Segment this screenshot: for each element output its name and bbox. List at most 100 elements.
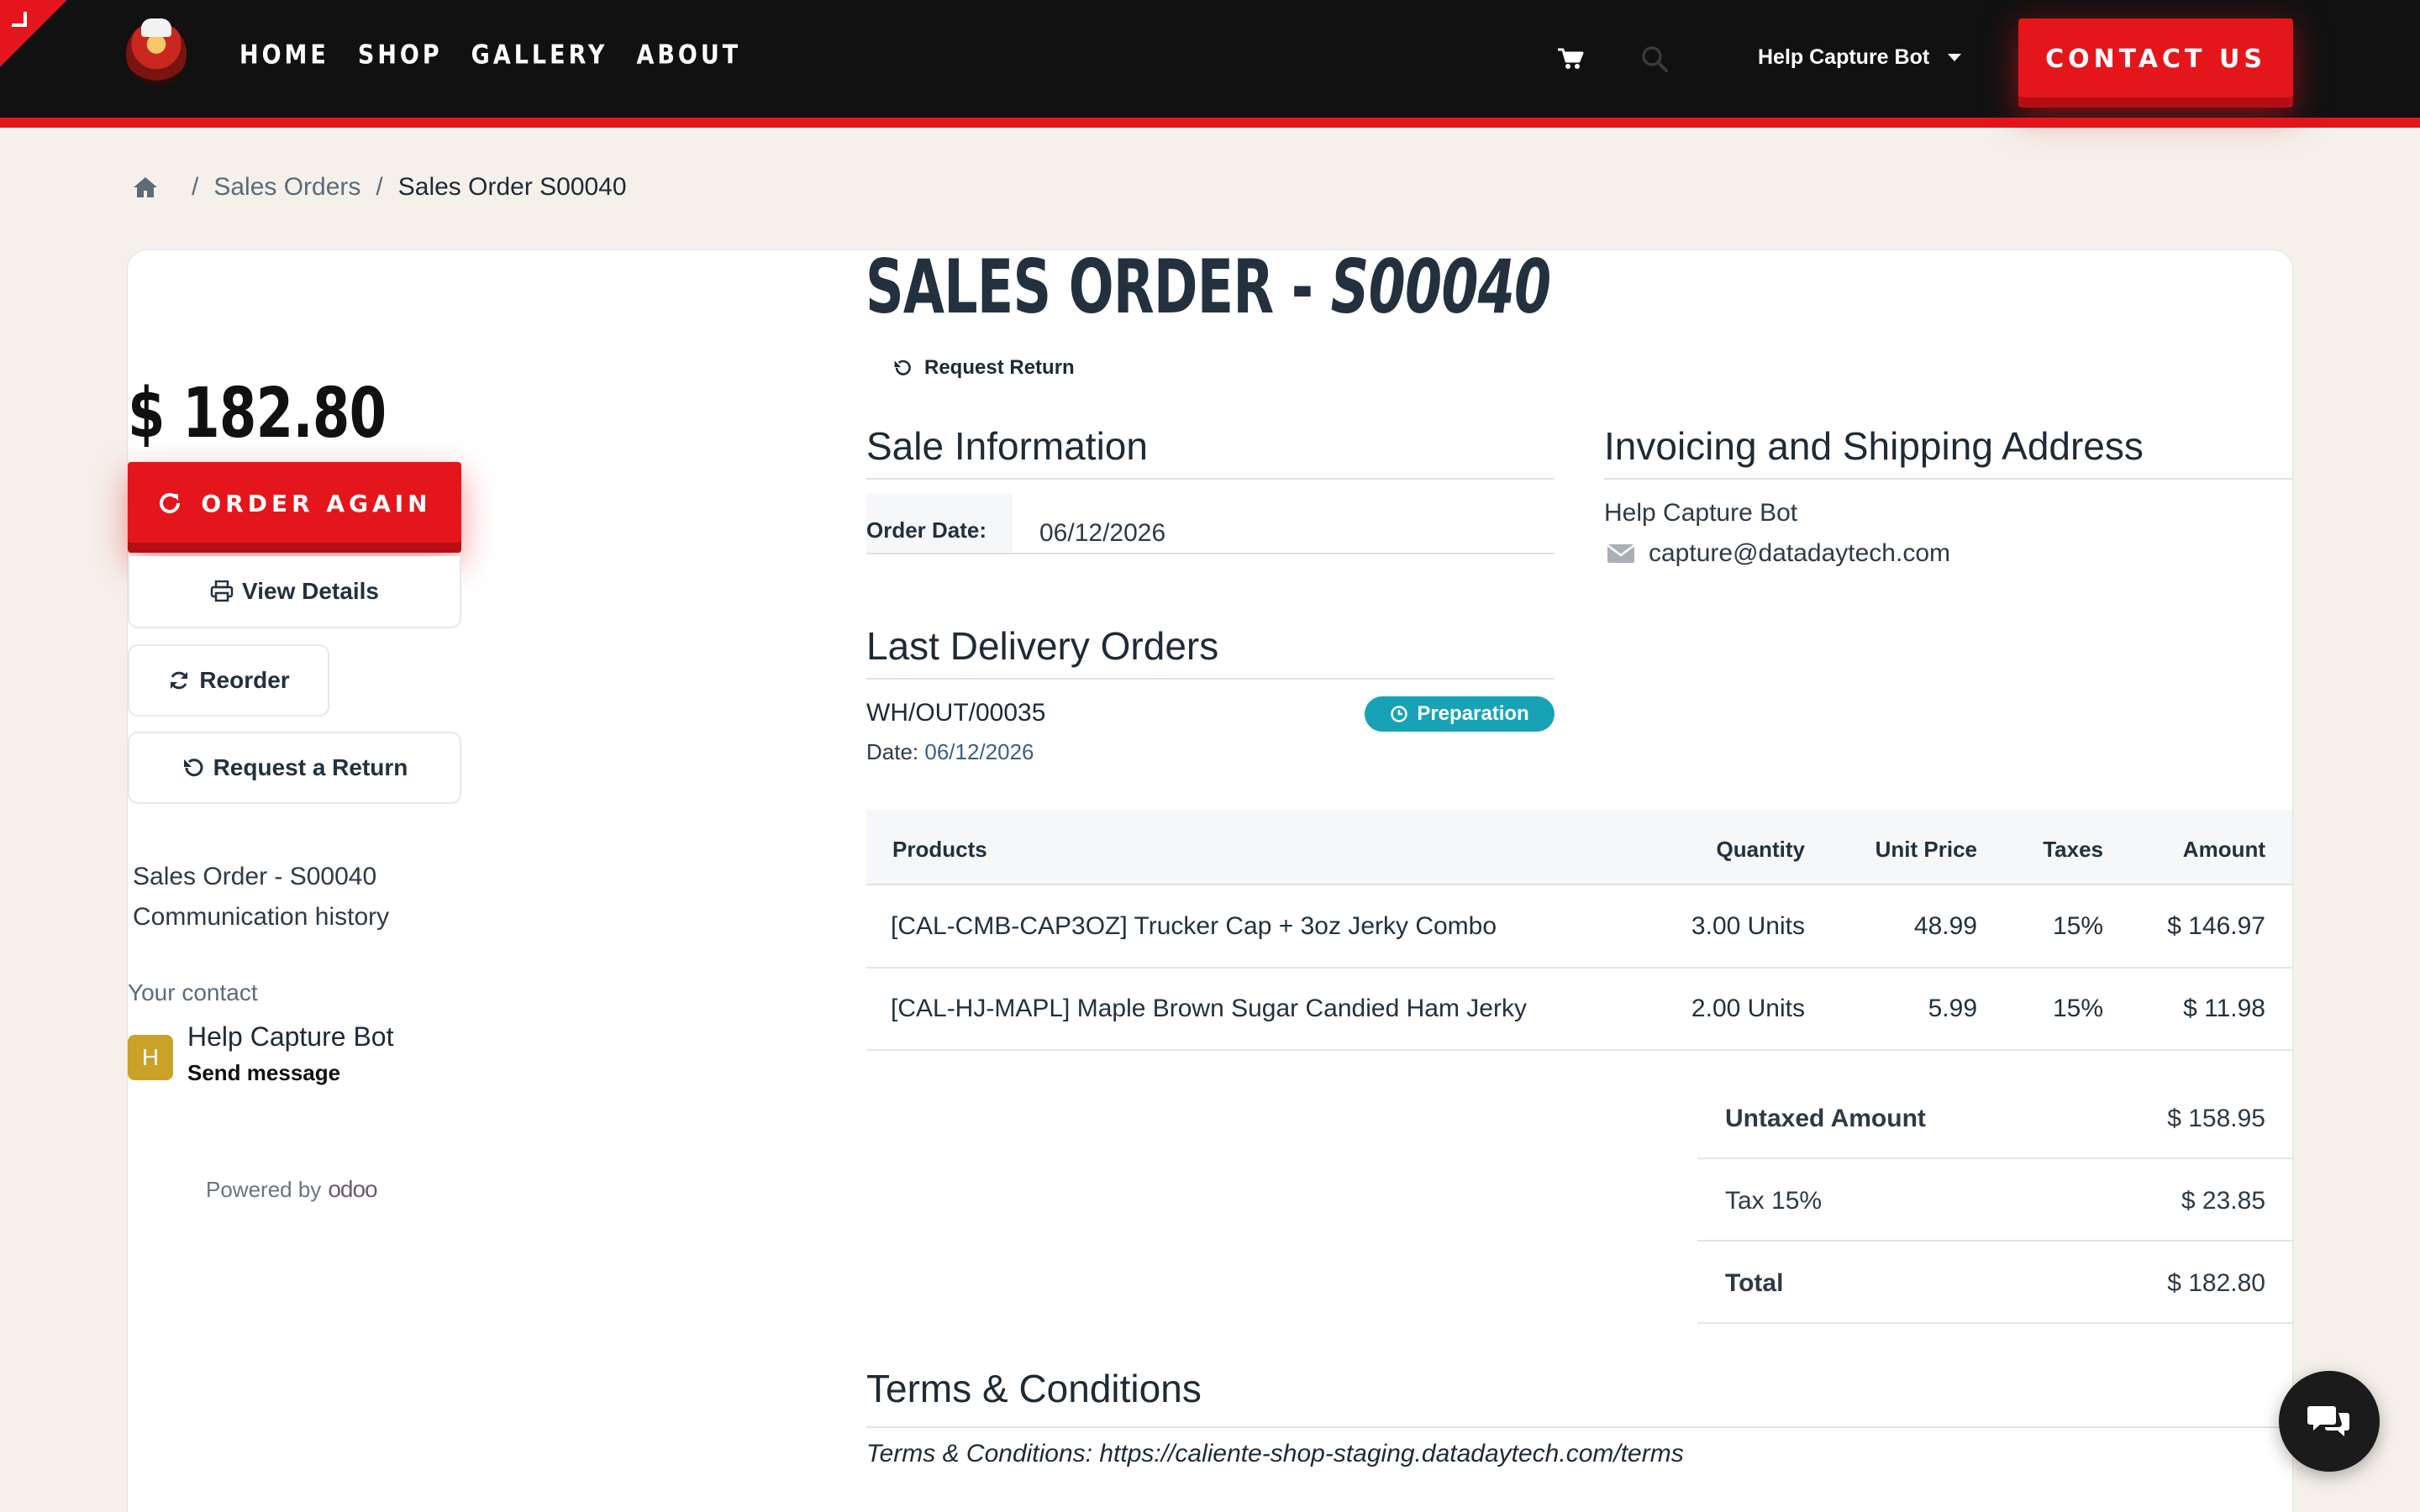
address-email-row: capture@datadaytech.com xyxy=(1607,539,1950,568)
nav-home[interactable]: HOME xyxy=(239,40,329,71)
request-return-label: Request a Return xyxy=(213,754,408,780)
view-details-button[interactable]: View Details xyxy=(128,556,461,628)
user-menu-toggle[interactable]: Help Capture Bot xyxy=(1758,45,1962,70)
divider xyxy=(866,478,1555,480)
sale-information-heading: Sale Information xyxy=(866,424,1148,468)
line-quantity: 3.00 Units xyxy=(1691,912,1805,940)
nav-shop[interactable]: SHOP xyxy=(358,40,443,71)
line-taxes: 15% xyxy=(2052,912,2103,940)
title-reference: S00040 xyxy=(1330,244,1551,330)
title-prefix: SALES ORDER - xyxy=(865,244,1331,330)
home-icon[interactable] xyxy=(133,176,158,199)
order-date-value: 06/12/2026 xyxy=(1039,519,1166,547)
delivery-orders-heading: Last Delivery Orders xyxy=(866,624,1219,668)
contact-us-button[interactable]: CONTACT US xyxy=(2018,18,2293,108)
status-badge: Preparation xyxy=(1365,696,1555,732)
live-chat-button[interactable] xyxy=(2279,1371,2380,1472)
request-return-button[interactable]: Request a Return xyxy=(128,732,461,804)
printer-icon xyxy=(210,580,234,602)
chef-hat-icon xyxy=(141,18,171,37)
nav-gallery[interactable]: GALLERY xyxy=(471,40,608,71)
tax-label: Tax 15% xyxy=(1725,1187,1823,1215)
view-details-label: View Details xyxy=(242,578,379,604)
site-logo[interactable] xyxy=(126,18,187,86)
chat-icon xyxy=(2307,1406,2349,1436)
line-taxes: 15% xyxy=(2052,995,2103,1022)
untaxed-amount-label: Untaxed Amount xyxy=(1725,1105,1926,1132)
line-amount: $ 146.97 xyxy=(2167,912,2265,940)
edit-mode-flag[interactable] xyxy=(0,0,67,67)
envelope-icon xyxy=(1607,544,1635,563)
line-product: [CAL-CMB-CAP3OZ] Trucker Cap + 3oz Jerky… xyxy=(891,912,1497,940)
odoo-logo[interactable]: odoo xyxy=(328,1176,377,1203)
line-product: [CAL-HJ-MAPL] Maple Brown Sugar Candied … xyxy=(891,995,1527,1022)
navbar-accent-stripe xyxy=(0,118,2420,128)
nav-about[interactable]: ABOUT xyxy=(636,40,741,71)
breadcrumb-current: Sales Order S00040 xyxy=(397,173,627,201)
address-heading: Invoicing and Shipping Address xyxy=(1604,424,2144,468)
communication-history-link[interactable]: Communication history xyxy=(133,897,389,937)
reorder-button[interactable]: Reorder xyxy=(128,644,329,717)
order-again-button[interactable]: ORDER AGAIN xyxy=(128,462,461,553)
terms-heading: Terms & Conditions xyxy=(866,1367,1202,1410)
table-row-divider xyxy=(866,1049,2292,1051)
address-email: capture@datadaytech.com xyxy=(1649,539,1950,567)
line-unit-price: 5.99 xyxy=(1928,995,1977,1022)
terms-link[interactable]: Terms & Conditions: https://caliente-sho… xyxy=(866,1440,1684,1468)
divider xyxy=(866,678,1555,680)
total-value: $ 182.80 xyxy=(2167,1269,2265,1297)
breadcrumb-separator: / xyxy=(376,173,383,201)
clock-icon xyxy=(1391,706,1408,722)
your-contact-label: Your contact xyxy=(128,979,258,1005)
reorder-label: Reorder xyxy=(199,667,290,693)
untaxed-amount-value: $ 158.95 xyxy=(2167,1105,2265,1132)
user-name: Help Capture Bot xyxy=(1758,45,1930,69)
order-again-label: ORDER AGAIN xyxy=(201,489,432,517)
breadcrumb-sales-orders[interactable]: Sales Orders xyxy=(213,173,360,202)
divider xyxy=(1604,478,2292,480)
send-message-link[interactable]: Send message xyxy=(187,1060,340,1086)
undo-icon xyxy=(183,759,203,777)
total-label: Total xyxy=(1725,1269,1784,1297)
request-return-link-label: Request Return xyxy=(924,356,1075,379)
so-reference-link[interactable]: Sales Order - S00040 xyxy=(133,857,376,897)
status-badge-label: Preparation xyxy=(1417,702,1529,725)
order-total-amount: $ 182.80 xyxy=(128,374,387,454)
delivery-date-value: 06/12/2026 xyxy=(924,739,1034,764)
divider xyxy=(866,1426,2292,1428)
chevron-down-icon xyxy=(1948,54,1962,61)
delivery-date: Date: 06/12/2026 xyxy=(866,739,1034,765)
delivery-reference-link[interactable]: WH/OUT/00035 xyxy=(866,699,1045,727)
reorder-icon xyxy=(171,671,188,690)
powered-by: Powered by odoo xyxy=(206,1176,378,1203)
breadcrumb-separator: / xyxy=(192,173,199,201)
totals-divider xyxy=(1697,1240,2292,1242)
table-row-divider xyxy=(866,967,2292,969)
delivery-date-label: Date: xyxy=(866,739,919,764)
col-products: Products xyxy=(892,837,987,862)
cart-icon[interactable] xyxy=(1557,47,1584,71)
line-unit-price: 48.99 xyxy=(1913,912,1977,940)
divider xyxy=(866,553,1555,554)
contact-name: Help Capture Bot xyxy=(187,1021,394,1052)
breadcrumb: / Sales Orders / Sales Order S00040 xyxy=(133,173,627,202)
page-title: SALES ORDER - S00040 xyxy=(865,244,1551,330)
avatar: H xyxy=(128,1035,173,1080)
main-nav: HOME SHOP GALLERY ABOUT xyxy=(239,40,741,71)
totals-divider xyxy=(1697,1158,2292,1159)
tax-value: $ 23.85 xyxy=(2181,1187,2265,1215)
col-taxes: Taxes xyxy=(2043,837,2103,862)
col-unit-price: Unit Price xyxy=(1875,837,1977,862)
corner-mark-icon xyxy=(12,12,27,27)
col-amount: Amount xyxy=(2182,837,2265,862)
totals-divider xyxy=(1697,1322,2292,1324)
refresh-icon xyxy=(160,493,181,514)
powered-by-label: Powered by xyxy=(206,1177,322,1202)
address-name: Help Capture Bot xyxy=(1604,499,1798,527)
request-return-link[interactable]: Request Return xyxy=(892,356,1075,380)
line-amount: $ 11.98 xyxy=(2183,995,2265,1022)
col-quantity: Quantity xyxy=(1716,837,1805,862)
search-icon[interactable] xyxy=(1639,44,1670,74)
order-date-label: Order Date: xyxy=(866,494,1013,553)
undo-icon xyxy=(894,360,911,375)
